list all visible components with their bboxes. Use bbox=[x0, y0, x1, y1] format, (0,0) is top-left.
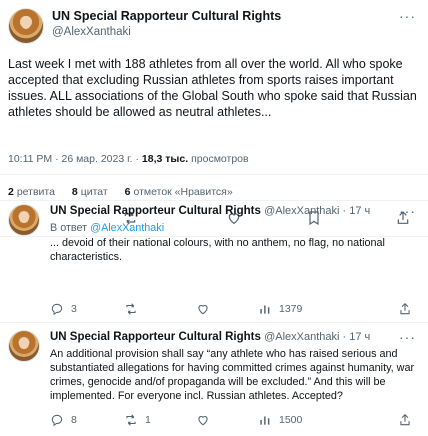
views-label: просмотров bbox=[188, 153, 249, 165]
share-icon[interactable] bbox=[398, 302, 412, 316]
main-avatar[interactable] bbox=[8, 8, 44, 44]
more-icon[interactable]: ··· bbox=[399, 8, 416, 24]
views-button[interactable]: 1500 bbox=[258, 413, 302, 427]
views-button[interactable]: 1379 bbox=[258, 302, 302, 316]
main-display-name[interactable]: UN Special Rapporteur Cultural Rights bbox=[52, 9, 281, 23]
more-icon[interactable]: ··· bbox=[399, 329, 416, 345]
tweet-stats: 2 ретвита 8 цитат 6 отметок «Нравится» bbox=[8, 186, 247, 198]
likes-stat[interactable]: 6 отметок «Нравится» bbox=[125, 186, 233, 198]
divider bbox=[0, 174, 428, 175]
quotes-stat[interactable]: 8 цитат bbox=[72, 186, 108, 198]
like-icon bbox=[198, 416, 208, 426]
tweet-time[interactable]: 10:11 PM · 26 мар. 2023 г. bbox=[8, 153, 133, 165]
reply-handle[interactable]: @AlexXanthaki bbox=[264, 331, 339, 343]
reply-count: 8 bbox=[71, 414, 77, 426]
reply-button[interactable]: 3 bbox=[50, 302, 77, 316]
reply-icon bbox=[51, 414, 63, 427]
like-icon bbox=[198, 305, 208, 315]
share-icon[interactable] bbox=[398, 413, 412, 427]
reply-text: ... devoid of their national colours, wi… bbox=[50, 237, 385, 263]
retweet-icon bbox=[126, 303, 136, 315]
retweet-icon bbox=[126, 414, 136, 426]
reply-display-name[interactable]: UN Special Rapporteur Cultural Rights @A… bbox=[50, 205, 370, 217]
reply-count: 3 bbox=[71, 303, 77, 315]
reply-to-line: В ответ @AlexXanthaki bbox=[50, 222, 165, 234]
reply-time[interactable]: 17 ч bbox=[349, 205, 370, 217]
main-handle[interactable]: @AlexXanthaki bbox=[52, 26, 131, 38]
meta-separator: · bbox=[132, 153, 142, 165]
main-tweet-text: Last week I met with 188 athletes from a… bbox=[8, 57, 417, 119]
reply-handle[interactable]: @AlexXanthaki bbox=[264, 205, 339, 217]
retweets-stat[interactable]: 2 ретвита bbox=[8, 186, 55, 198]
reply-icon bbox=[51, 303, 63, 316]
reply-time[interactable]: 17 ч bbox=[349, 331, 370, 343]
views-icon bbox=[260, 416, 270, 425]
like-button[interactable] bbox=[196, 413, 217, 427]
views-count: 18,3 тыс. bbox=[141, 153, 189, 165]
reply-avatar[interactable] bbox=[8, 330, 40, 362]
like-button[interactable] bbox=[196, 302, 217, 316]
reply-text: An additional provision shall say “any a… bbox=[50, 348, 415, 402]
retweet-button[interactable]: 1 bbox=[124, 413, 151, 427]
retweet-button[interactable] bbox=[124, 302, 145, 316]
retweet-count: 1 bbox=[145, 414, 151, 426]
reply-avatar[interactable] bbox=[8, 204, 40, 236]
reply-display-name[interactable]: UN Special Rapporteur Cultural Rights @A… bbox=[50, 331, 370, 343]
views-count: 1379 bbox=[279, 303, 303, 315]
views-icon bbox=[260, 305, 270, 314]
views-count: 1500 bbox=[279, 414, 303, 426]
divider bbox=[0, 322, 428, 323]
reply-button[interactable]: 8 bbox=[50, 413, 77, 427]
tweet-meta: 10:11 PM · 26 мар. 2023 г. · 18,3 тыс. п… bbox=[8, 153, 249, 165]
more-icon[interactable]: ··· bbox=[399, 203, 416, 219]
reply-to-link[interactable]: @AlexXanthaki bbox=[90, 222, 164, 234]
